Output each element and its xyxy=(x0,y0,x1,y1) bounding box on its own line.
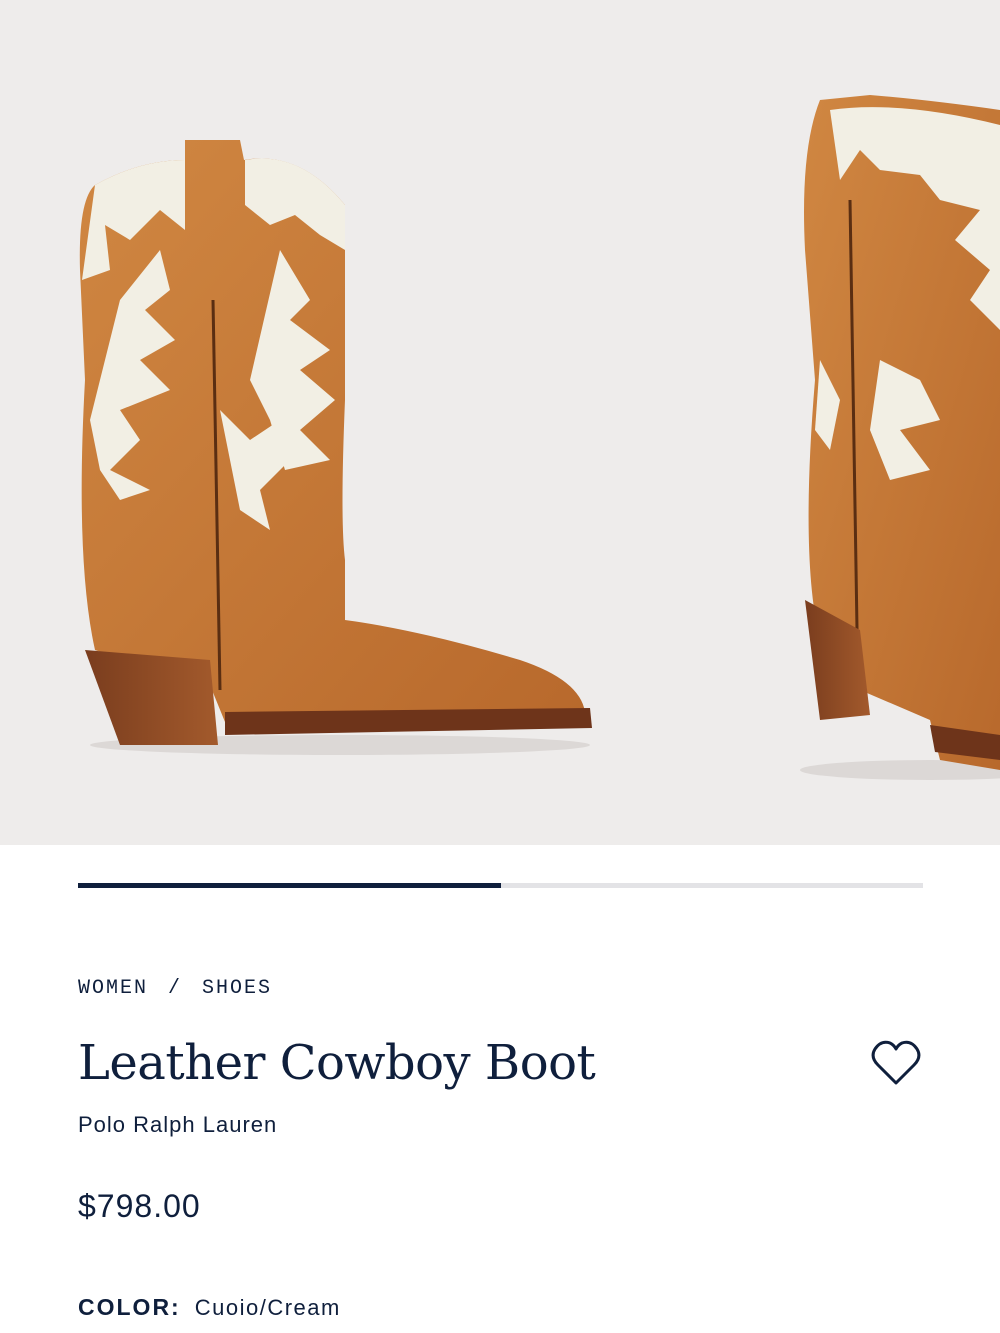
breadcrumb: WOMEN / SHOES xyxy=(78,977,272,1000)
product-price: $798.00 xyxy=(78,1188,201,1224)
color-value: Cuoio/Cream xyxy=(194,1295,341,1320)
breadcrumb-separator: / xyxy=(168,977,183,1000)
breadcrumb-shoes-link[interactable]: SHOES xyxy=(202,977,272,1000)
gallery-progress-fill xyxy=(78,883,501,888)
color-selector-row: COLOR: Cuoio/Cream xyxy=(78,1294,341,1321)
product-image-gallery[interactable] xyxy=(0,0,1000,845)
breadcrumb-women-link[interactable]: WOMEN xyxy=(78,977,148,1000)
product-title: Leather Cowboy Boot xyxy=(78,1035,596,1091)
color-label: COLOR: xyxy=(78,1294,181,1320)
product-image-side-view xyxy=(79,95,1000,780)
wishlist-button[interactable] xyxy=(868,1035,924,1091)
product-brand: Polo Ralph Lauren xyxy=(78,1112,278,1137)
heart-icon xyxy=(871,1040,921,1085)
gallery-progress-bar xyxy=(78,883,923,888)
